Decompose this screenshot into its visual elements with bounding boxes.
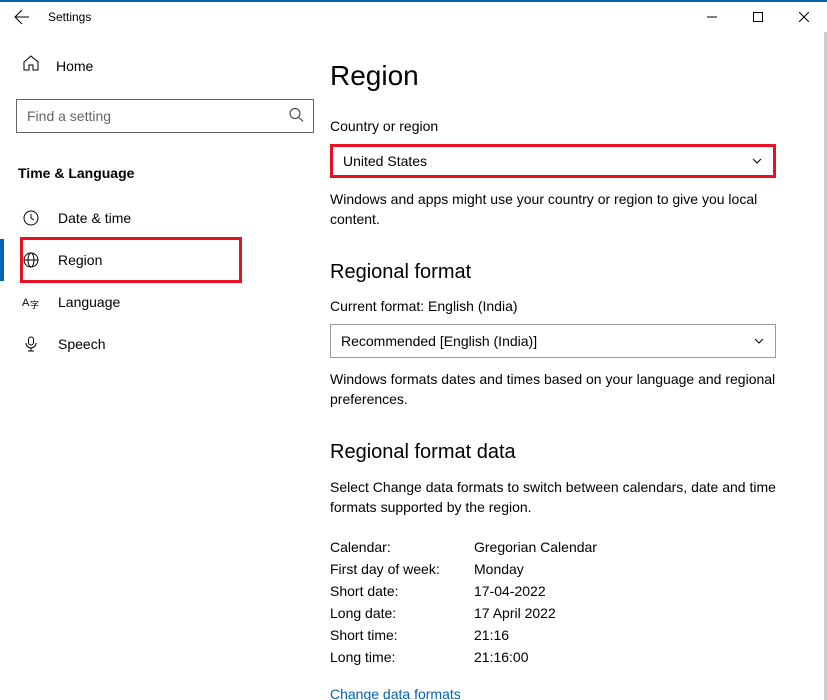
format-description: Windows formats dates and times based on… bbox=[330, 370, 790, 409]
svg-text:A: A bbox=[22, 297, 30, 309]
table-row: Short time:21:16 bbox=[330, 624, 789, 646]
sidebar-item-label: Language bbox=[58, 294, 120, 310]
home-label: Home bbox=[56, 58, 93, 74]
sidebar-item-label: Speech bbox=[58, 336, 105, 352]
sidebar-item-region[interactable]: Region bbox=[16, 239, 314, 281]
change-data-formats-link[interactable]: Change data formats bbox=[330, 686, 461, 700]
window-title: Settings bbox=[44, 10, 91, 24]
home-button[interactable]: Home bbox=[16, 44, 314, 87]
highlight-box bbox=[20, 237, 242, 283]
table-row: Long date:17 April 2022 bbox=[330, 602, 789, 624]
sidebar-item-speech[interactable]: Speech bbox=[16, 323, 314, 365]
close-icon bbox=[799, 12, 809, 22]
sidebar: Home Time & Language Date & time Region bbox=[0, 32, 330, 700]
home-icon bbox=[22, 54, 40, 77]
back-button[interactable] bbox=[0, 9, 44, 25]
table-row: First day of week:Monday bbox=[330, 558, 789, 580]
content-area: Region Country or region United States W… bbox=[330, 32, 827, 700]
search-input[interactable] bbox=[16, 99, 314, 133]
arrow-left-icon bbox=[14, 9, 30, 25]
table-row: Calendar:Gregorian Calendar bbox=[330, 536, 789, 558]
country-value: United States bbox=[343, 153, 427, 169]
format-data-table: Calendar:Gregorian Calendar First day of… bbox=[330, 536, 789, 668]
current-format-label: Current format: English (India) bbox=[330, 298, 789, 314]
page-title: Region bbox=[330, 60, 789, 92]
language-icon: A字 bbox=[22, 293, 40, 311]
category-title: Time & Language bbox=[16, 157, 314, 197]
minimize-icon bbox=[707, 12, 717, 22]
regional-format-heading: Regional format bbox=[330, 261, 789, 284]
format-data-heading: Regional format data bbox=[330, 441, 789, 464]
sidebar-item-label: Date & time bbox=[58, 210, 131, 226]
format-dropdown[interactable]: Recommended [English (India)] bbox=[330, 324, 776, 358]
country-description: Windows and apps might use your country … bbox=[330, 190, 790, 229]
minimize-button[interactable] bbox=[689, 2, 735, 32]
table-row: Long time:21:16:00 bbox=[330, 646, 789, 668]
chevron-down-icon bbox=[753, 335, 765, 347]
svg-text:字: 字 bbox=[30, 299, 39, 310]
search-icon bbox=[288, 107, 304, 126]
sidebar-item-label: Region bbox=[58, 252, 102, 268]
table-row: Short date:17-04-2022 bbox=[330, 580, 789, 602]
country-label: Country or region bbox=[330, 118, 789, 134]
titlebar: Settings bbox=[0, 0, 827, 32]
close-button[interactable] bbox=[781, 2, 827, 32]
chevron-down-icon bbox=[751, 155, 763, 167]
sidebar-item-datetime[interactable]: Date & time bbox=[16, 197, 314, 239]
maximize-button[interactable] bbox=[735, 2, 781, 32]
active-indicator bbox=[0, 239, 4, 281]
globe-icon bbox=[22, 251, 40, 269]
maximize-icon bbox=[753, 12, 763, 22]
microphone-icon bbox=[22, 335, 40, 353]
clock-icon bbox=[22, 209, 40, 227]
format-data-description: Select Change data formats to switch bet… bbox=[330, 478, 790, 517]
search-wrap bbox=[16, 99, 314, 133]
format-value: Recommended [English (India)] bbox=[341, 333, 537, 349]
sidebar-item-language[interactable]: A字 Language bbox=[16, 281, 314, 323]
country-dropdown[interactable]: United States bbox=[330, 144, 776, 178]
